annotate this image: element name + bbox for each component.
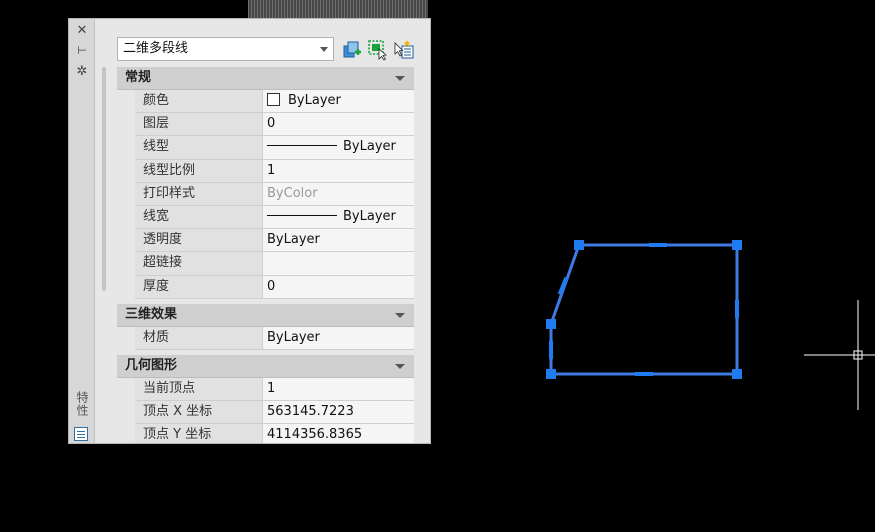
vertex-grip[interactable] — [546, 319, 556, 329]
midpoint-grip[interactable] — [735, 300, 739, 318]
selected-polyline[interactable] — [549, 243, 739, 376]
vertex-grip[interactable] — [732, 240, 742, 250]
vertex-grip[interactable] — [546, 369, 556, 379]
midpoint-grip[interactable] — [635, 372, 653, 376]
drawing-canvas[interactable] — [0, 0, 875, 532]
vertex-grip[interactable] — [732, 369, 742, 379]
polyline-grips[interactable] — [546, 240, 742, 379]
midpoint-grip[interactable] — [649, 243, 667, 247]
crosshair-cursor — [804, 300, 875, 410]
vertex-grip[interactable] — [574, 240, 584, 250]
midpoint-grip[interactable] — [549, 341, 553, 359]
